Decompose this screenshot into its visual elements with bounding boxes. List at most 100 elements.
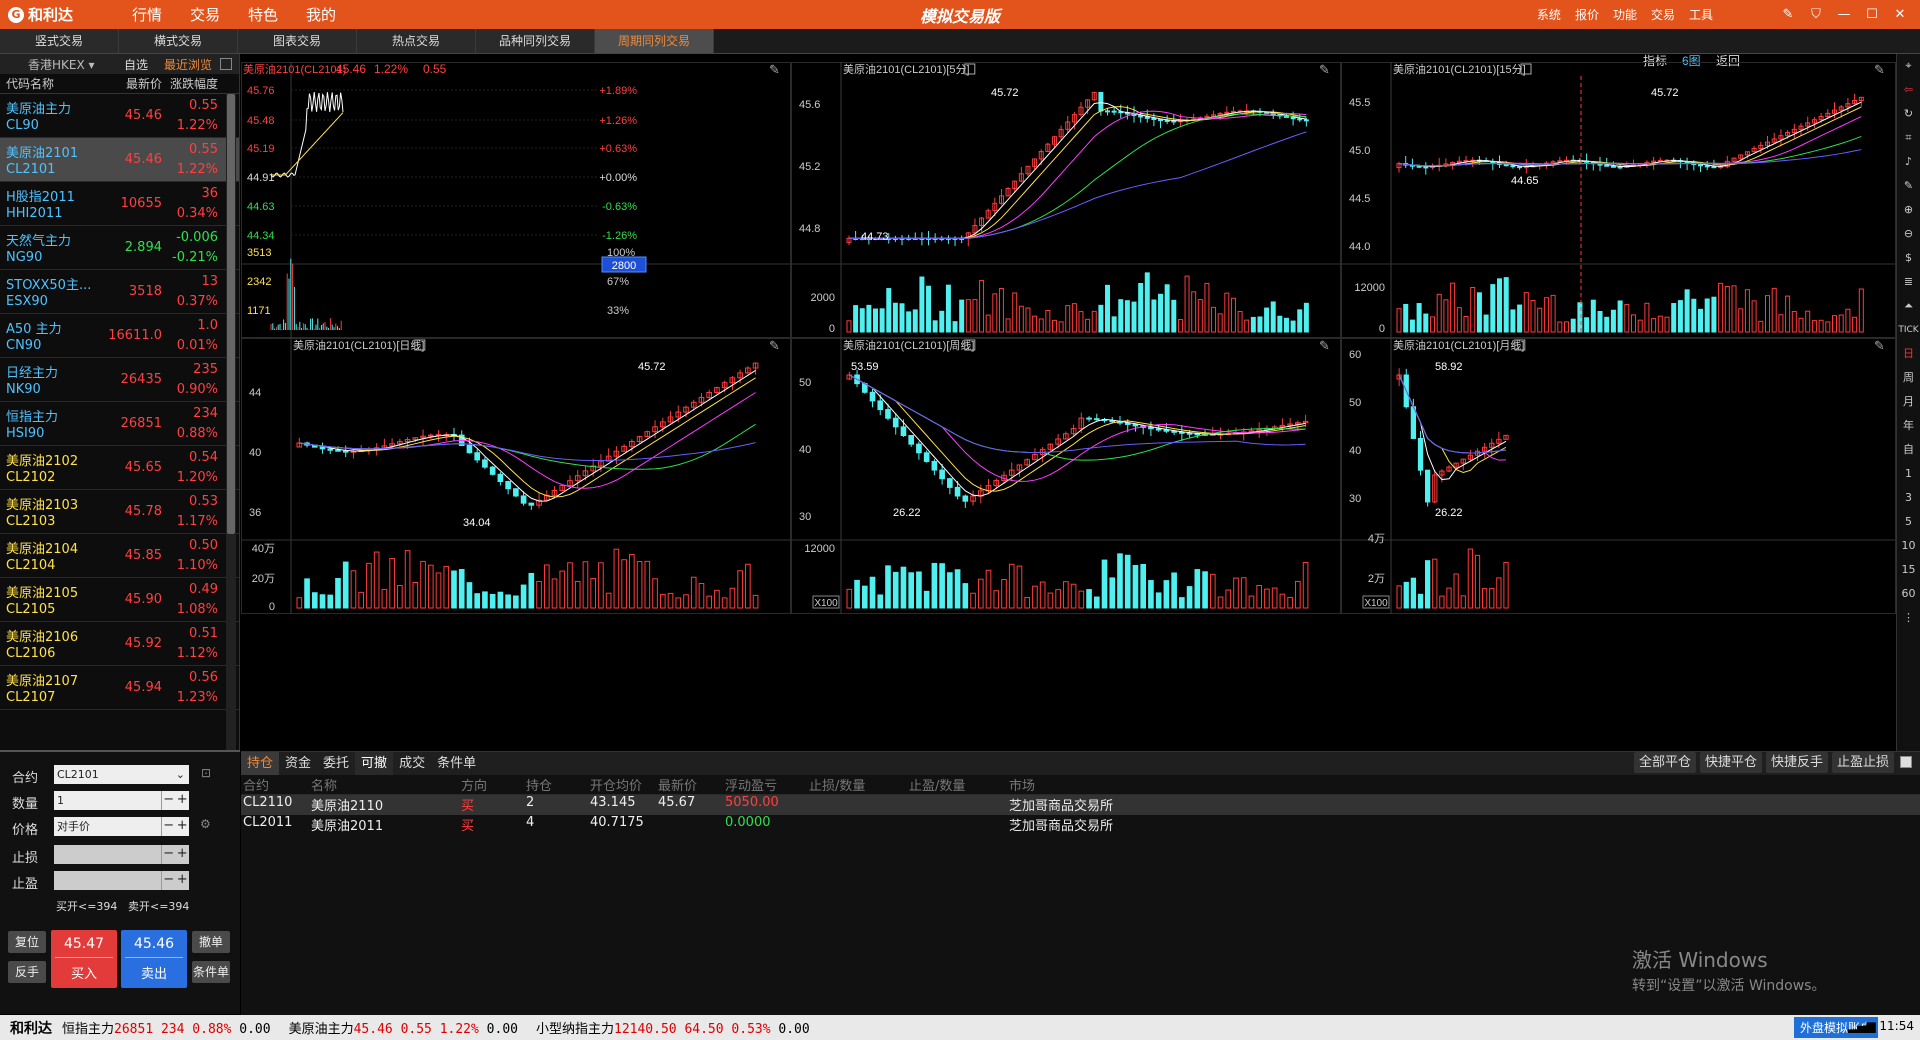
menu-function[interactable]: 功能 (1606, 6, 1644, 23)
period-5m[interactable]: 5 (1897, 510, 1920, 534)
shirt-icon[interactable]: ⛉ (1802, 7, 1830, 22)
minus-icon[interactable]: − (162, 817, 176, 836)
period-10m[interactable]: 10 (1897, 534, 1920, 558)
favorites-tab[interactable]: 自选 (124, 56, 164, 73)
pencil-icon[interactable]: ✎ (1897, 174, 1920, 198)
col-take-profit[interactable]: 止盈/数量 (909, 775, 1009, 794)
tab-funds[interactable]: 资金 (279, 752, 317, 775)
list-icon[interactable]: ≣ (1897, 270, 1920, 294)
quote-row[interactable]: 美原油2106 CL2106 45.92 0.51 1.12% (0, 622, 239, 666)
back-icon[interactable]: ⇦ (1897, 78, 1920, 102)
panel-toggle[interactable] (1900, 756, 1912, 768)
indicator-button[interactable]: 指标 (1643, 53, 1667, 68)
gear-icon[interactable]: ⚙ (200, 817, 211, 831)
quote-row[interactable]: H股指2011 HHI2011 10655 36 0.34% (0, 182, 239, 226)
period-3m[interactable]: 3 (1897, 486, 1920, 510)
minus-icon[interactable]: − (162, 791, 176, 810)
six-charts-button[interactable]: 6图 (1682, 54, 1701, 68)
stop-loss-stepper[interactable]: − + (54, 845, 189, 864)
maximize-icon[interactable]: ☐ (1858, 7, 1886, 22)
plus-icon[interactable]: + (176, 845, 190, 864)
stop-loss-profit-button[interactable]: 止盈止损 (1831, 752, 1894, 773)
col-market[interactable]: 市场 (1009, 775, 1159, 794)
quote-row[interactable]: 美原油2104 CL2104 45.85 0.50 1.10% (0, 534, 239, 578)
menu-trading[interactable]: 交易 (1644, 6, 1682, 23)
plus-icon[interactable]: + (176, 791, 190, 810)
crosshair-icon[interactable]: ⌖ (1897, 54, 1920, 78)
tab-orders[interactable]: 委托 (317, 752, 355, 775)
tab-horizontal-trade[interactable]: 横式交易 (119, 29, 238, 53)
col-position[interactable]: 持仓 (526, 775, 590, 794)
col-name[interactable]: 名称 (311, 775, 461, 794)
buy-button[interactable]: 45.47 买入 (51, 930, 117, 988)
recent-checkbox[interactable] (220, 58, 233, 70)
quote-row[interactable]: 美原油2107 CL2107 45.94 0.56 1.23% (0, 666, 239, 710)
col-last-price[interactable]: 最新价 (658, 775, 725, 794)
qty-stepper[interactable]: 1− + (54, 791, 189, 810)
quote-scrollbar[interactable] (226, 94, 236, 754)
period-week[interactable]: 周 (1897, 366, 1920, 390)
col-float-pnl[interactable]: 浮动盈亏 (725, 775, 809, 794)
period-month[interactable]: 月 (1897, 390, 1920, 414)
minus-icon[interactable]: − (162, 871, 176, 890)
charts-canvas[interactable]: 指标 6图 返回 ✎ ✎ ✎ ✎ ✎ ✎ 美原油2101(CL2101)45.46 1.22% 0.5… (241, 53, 1896, 751)
quote-row[interactable]: 恒指主力 HSI90 26851 234 0.88% (0, 402, 239, 446)
col-change[interactable]: 涨跌幅度 (162, 75, 218, 92)
tab-conditional[interactable]: 条件单 (431, 752, 482, 775)
tab-cancelable[interactable]: 可撤 (355, 752, 394, 775)
more-icon[interactable]: ⋮ (1897, 606, 1920, 630)
menu-quote[interactable]: 报价 (1568, 6, 1606, 23)
chart-icon[interactable]: ⏶ (1897, 294, 1920, 318)
col-direction[interactable]: 方向 (461, 775, 526, 794)
menu-market[interactable]: 行情 (118, 4, 176, 25)
reset-button[interactable]: 复位 (8, 931, 46, 953)
quote-row[interactable]: 美原油2103 CL2103 45.78 0.53 1.17% (0, 490, 239, 534)
tab-same-period-trade[interactable]: 周期同列交易 (595, 29, 714, 53)
quote-row[interactable]: 天然气主力 NG90 2.894 -0.006 -0.21% (0, 226, 239, 270)
bell-icon[interactable]: ♪ (1897, 150, 1920, 174)
period-tick[interactable]: TICK (1897, 318, 1920, 342)
period-15m[interactable]: 15 (1897, 558, 1920, 582)
period-60m[interactable]: 60 (1897, 582, 1920, 606)
tab-chart-trade[interactable]: 图表交易 (238, 29, 357, 53)
col-last[interactable]: 最新价 (100, 75, 162, 92)
ticker-item[interactable]: 恒指主力26851 234 0.88% 0.00 (62, 1018, 271, 1037)
quote-row[interactable]: 美原油2101 CL2101 45.46 0.55 1.22% (0, 138, 239, 182)
col-avg-price[interactable]: 开仓均价 (590, 775, 658, 794)
menu-special[interactable]: 特色 (234, 4, 292, 25)
sell-button[interactable]: 45.46 卖出 (121, 930, 187, 988)
menu-system[interactable]: 系统 (1530, 6, 1568, 23)
quote-row[interactable]: 美原油2102 CL2102 45.65 0.54 1.20% (0, 446, 239, 490)
tab-positions[interactable]: 持仓 (241, 752, 280, 775)
tab-vertical-trade[interactable]: 竖式交易 (0, 29, 119, 53)
quote-row[interactable]: 日经主力 NK90 26435 235 0.90% (0, 358, 239, 402)
period-year[interactable]: 年 (1897, 414, 1920, 438)
conditional-order-button[interactable]: 条件单 (192, 961, 230, 983)
quote-row[interactable]: A50 主力 CN90 16611.0 1.0 0.01% (0, 314, 239, 358)
quote-row[interactable]: STOXX50主... ESX90 3518 13 0.37% (0, 270, 239, 314)
tab-same-product-trade[interactable]: 品种同列交易 (476, 29, 595, 53)
contract-select[interactable]: CL2101 ⌄ (54, 765, 189, 784)
edit-icon[interactable]: ✎ (1774, 7, 1802, 22)
quote-row[interactable]: 美原油主力 CL90 45.46 0.55 1.22% (0, 94, 239, 138)
scroll-thumb[interactable] (227, 94, 235, 534)
take-profit-stepper[interactable]: − + (54, 871, 189, 890)
price-stepper[interactable]: 对手价 − + (54, 817, 189, 836)
close-all-button[interactable]: 全部平仓 (1633, 752, 1696, 773)
ticker-item[interactable]: 美原油主力45.46 0.55 1.22% 0.00 (289, 1018, 518, 1037)
reverse-button[interactable]: 反手 (8, 961, 46, 983)
quick-reverse-button[interactable]: 快捷反手 (1765, 752, 1828, 773)
position-row[interactable]: CL2011 美原油2011 买 4 40.7175 0.0000 芝加哥商品交易所 (241, 815, 1920, 835)
money-icon[interactable]: $ (1897, 246, 1920, 270)
col-code-name[interactable]: 代码名称 (0, 75, 100, 92)
col-contract[interactable]: 合约 (241, 775, 311, 794)
menu-trade[interactable]: 交易 (176, 4, 234, 25)
crop-icon[interactable]: ⌗ (1897, 126, 1920, 150)
close-icon[interactable]: ✕ (1886, 7, 1914, 22)
quote-row[interactable]: 美原油2105 CL2105 45.90 0.49 1.08% (0, 578, 239, 622)
zoom-in-icon[interactable]: ⊕ (1897, 198, 1920, 222)
lock-icon[interactable]: ⊡ (201, 766, 211, 780)
tab-hotspot-trade[interactable]: 热点交易 (357, 29, 476, 53)
period-1m[interactable]: 1 (1897, 462, 1920, 486)
quick-close-button[interactable]: 快捷平仓 (1699, 752, 1762, 773)
